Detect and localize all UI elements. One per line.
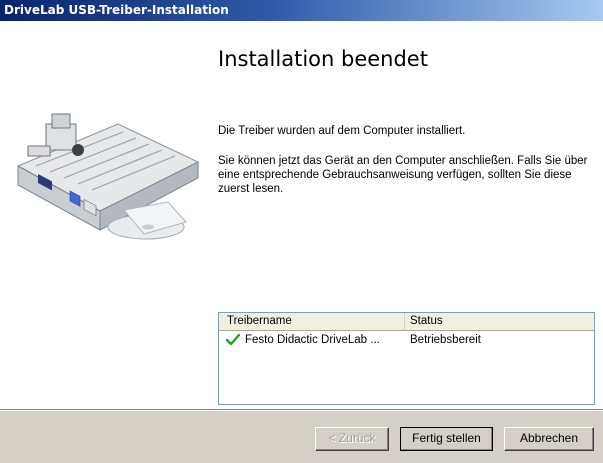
driver-name-cell: Festo Didactic DriveLab ... [219,331,405,349]
wizard-content: Installation beendet Die Treiber wurden … [0,21,603,409]
green-check-icon [225,333,241,346]
title-bar[interactable]: DriveLab USB-Treiber-Installation [0,0,603,21]
driver-list-header: Treibername Status [219,313,594,331]
wizard-button-bar: < Zurück Fertig stellen Abbrechen [0,409,603,463]
driver-list-row[interactable]: Festo Didactic DriveLab ... Betriebsbere… [219,331,594,349]
installed-message: Die Treiber wurden auf dem Computer inst… [218,125,466,137]
connect-device-message: Sie können jetzt das Gerät an den Comput… [218,155,588,195]
driver-list[interactable]: Treibername Status Festo Didactic DriveL… [218,312,595,405]
driver-status: Betriebsbereit [410,334,481,346]
cancel-button[interactable]: Abbrechen [504,427,594,451]
drivelab-device-illustration [16,113,200,240]
window-title: DriveLab USB-Treiber-Installation [4,3,229,17]
page-heading: Installation beendet [218,47,428,71]
installer-window: DriveLab USB-Treiber-Installation Instal… [0,0,603,463]
column-header-driver-name[interactable]: Treibername [219,313,405,330]
finish-button[interactable]: Fertig stellen [400,427,493,451]
driver-name: Festo Didactic DriveLab ... [245,334,380,346]
back-button[interactable]: < Zurück [315,427,389,451]
column-header-status[interactable]: Status [405,313,594,330]
